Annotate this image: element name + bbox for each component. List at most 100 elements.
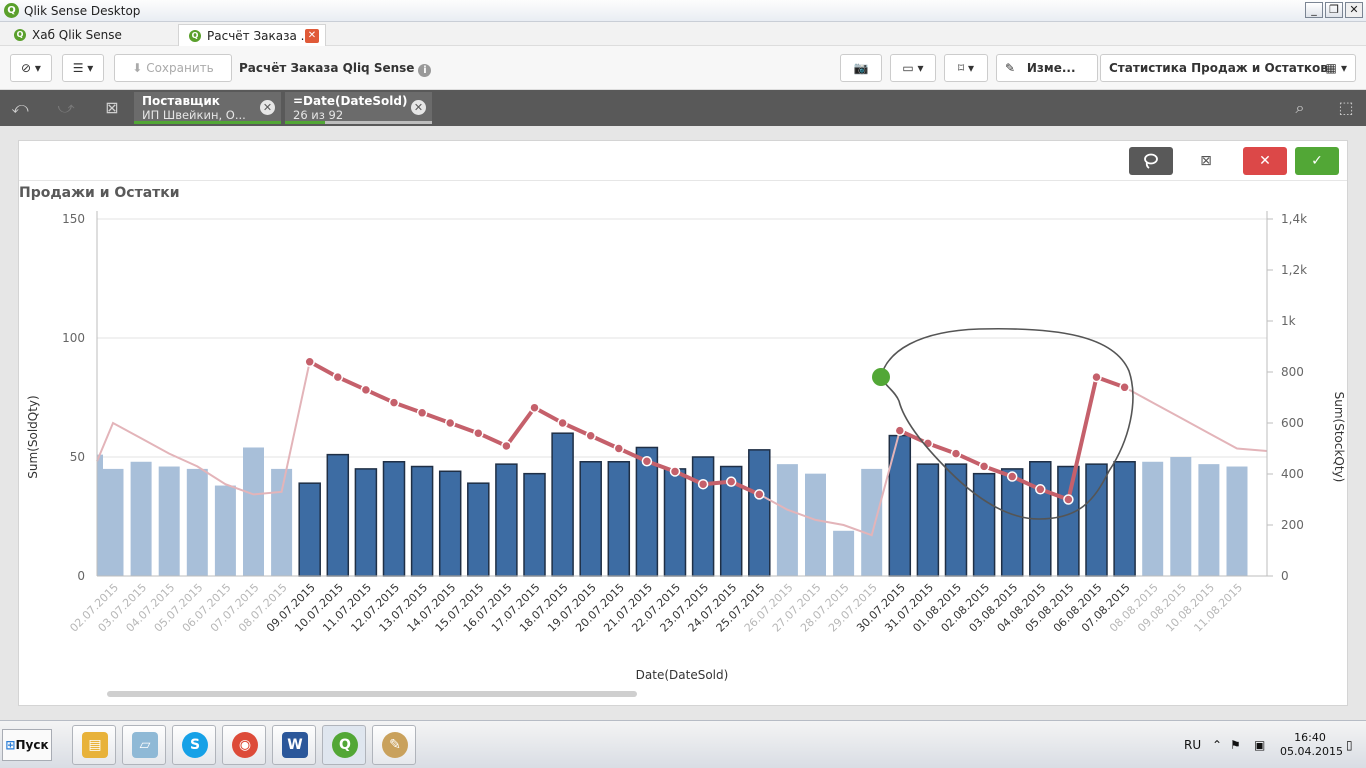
bar: [944, 463, 968, 577]
clear-all-icon[interactable]: ⊠: [100, 98, 124, 118]
confirm-selection-button[interactable]: ✓: [1295, 147, 1339, 175]
tab-app[interactable]: Q Расчёт Заказа ... ✕: [178, 24, 326, 46]
save-button[interactable]: ⬇ Сохранить: [114, 54, 232, 82]
clock-date: 05.04.2015: [1280, 745, 1343, 758]
bar: [748, 449, 771, 577]
global-menu-button[interactable]: ☰ ▾: [62, 54, 104, 82]
presentation-icon: ▭ ▾: [902, 61, 924, 75]
windows-logo-icon: ⊞: [5, 738, 16, 752]
taskbar-app-chrome[interactable]: ◉: [222, 725, 266, 765]
bar: [214, 485, 236, 576]
taskbar-app-explorer[interactable]: ▤: [72, 725, 116, 765]
tab-hub[interactable]: Q Хаб Qlik Sense Desktop: [4, 24, 172, 64]
edit-button[interactable]: ✎ Изме...: [996, 54, 1098, 82]
list-icon: ☰ ▾: [72, 61, 94, 75]
bar: [691, 456, 715, 577]
selection-value: 26 из 92: [293, 108, 344, 122]
bar: [158, 466, 180, 576]
windows-taskbar: ⊞Пуск ▤ ▱ S ◉ W Q ✎ RU ⌃ ⚑ ▣ 16:40 05.04…: [0, 720, 1366, 768]
bar: [1142, 461, 1164, 576]
chrome-icon: ◉: [232, 732, 258, 758]
close-tab-icon[interactable]: ✕: [305, 29, 319, 43]
app-title-text: Расчёт Заказа Qliq Sense: [239, 61, 415, 75]
taskbar-app-notes[interactable]: ▱: [122, 725, 166, 765]
taskbar-app-word[interactable]: W: [272, 725, 316, 765]
compass-icon: ⊘ ▾: [21, 61, 41, 75]
cancel-selection-button[interactable]: ✕: [1243, 147, 1287, 175]
skype-icon: S: [182, 732, 208, 758]
stock-point: [416, 407, 428, 419]
bar-partial: [97, 454, 103, 576]
clear-selections-icon: ⊠: [1200, 153, 1212, 169]
window-title: Qlik Sense Desktop: [24, 4, 141, 18]
selection-chip-supplier[interactable]: Поставщик ИП Швейкин, О... ✕: [134, 92, 281, 124]
qlik-tab-icon: Q: [14, 29, 26, 41]
stock-point: [501, 440, 512, 452]
bar: [833, 530, 855, 576]
bar: [102, 468, 124, 576]
app-title: Расчёт Заказа Qliq Sense i: [239, 61, 432, 77]
selection-chip-date[interactable]: =Date(DateSold) 26 из 92 ✕: [285, 92, 432, 124]
stock-point: [332, 371, 344, 383]
close-window-button[interactable]: ✕: [1345, 2, 1363, 18]
selection-state-bar: [285, 121, 325, 124]
qlik-tab-icon: Q: [189, 30, 201, 42]
bar: [663, 468, 687, 577]
clear-selection-icon[interactable]: ✕: [411, 100, 426, 115]
taskbar-app-skype[interactable]: S: [172, 725, 216, 765]
bar: [579, 461, 602, 577]
lasso-button[interactable]: [1129, 147, 1173, 175]
bar: [972, 472, 996, 577]
snapshot-button[interactable]: 📷: [840, 54, 882, 82]
bar: [382, 461, 406, 577]
info-icon[interactable]: i: [418, 64, 432, 77]
stock-point: [894, 425, 906, 436]
selections-tool-icon[interactable]: ⬚: [1334, 98, 1358, 118]
qlik-icon: Q: [332, 732, 358, 758]
language-indicator[interactable]: RU: [1184, 738, 1201, 752]
clear-selection-icon[interactable]: ✕: [260, 100, 275, 115]
bar: [243, 447, 264, 576]
start-button[interactable]: ⊞Пуск: [2, 729, 52, 761]
flag-icon[interactable]: ⚑: [1230, 738, 1241, 752]
step-forward-icon[interactable]: ⤻: [54, 98, 78, 118]
save-icon: ⬇: [132, 61, 143, 75]
stock-point: [444, 417, 456, 429]
qlik-logo-icon: Q: [4, 3, 19, 18]
bookmark-button[interactable]: ⌑ ▾: [944, 54, 988, 82]
search-icon[interactable]: ⌕: [1288, 98, 1312, 118]
bar: [861, 468, 883, 576]
stock-point: [388, 397, 400, 408]
stock-point: [978, 461, 990, 472]
bar: [326, 453, 350, 577]
sheet-selector-button[interactable]: Статистика Продаж и Остатков ▦ ▾: [1100, 54, 1356, 82]
stock-point: [304, 356, 315, 368]
stock-point: [725, 476, 737, 487]
stock-point: [754, 489, 765, 500]
navigation-menu-button[interactable]: ⊘ ▾: [10, 54, 52, 82]
show-desktop-icon[interactable]: ▯: [1346, 738, 1353, 752]
stock-point: [950, 448, 962, 459]
story-button[interactable]: ▭ ▾: [890, 54, 936, 82]
taskbar-app-paint[interactable]: ✎: [372, 725, 416, 765]
clear-selections-button[interactable]: ⊠: [1193, 147, 1219, 175]
stock-point: [585, 430, 596, 441]
edit-label: Изме...: [1026, 61, 1076, 75]
clock[interactable]: 16:40 05.04.2015: [1280, 731, 1343, 759]
chart-scrollbar[interactable]: [107, 691, 637, 697]
taskbar-app-qlik[interactable]: Q: [322, 725, 366, 765]
y2-tick-label: 200: [1281, 518, 1304, 532]
restore-button[interactable]: ❐: [1325, 2, 1343, 18]
combo-chart[interactable]: 0 50 100 150 0 200 400 600 800 1k 1,2k 1,4k 02.07.2…: [19, 201, 1347, 721]
y-tick-label: 150: [62, 212, 85, 226]
bars: [97, 432, 1248, 577]
step-back-icon[interactable]: ⤺: [8, 98, 32, 118]
minimize-button[interactable]: _: [1305, 2, 1323, 18]
y2-axis-label: Sum(StockQty): [1332, 392, 1346, 483]
network-icon[interactable]: ▣: [1254, 738, 1265, 752]
tray-expand-icon[interactable]: ⌃: [1212, 738, 1222, 752]
selections-bar: ⤺ ⤻ ⊠ Поставщик ИП Швейкин, О... ✕ =Date…: [0, 90, 1366, 126]
stock-point: [529, 402, 540, 413]
bar: [1198, 464, 1220, 576]
lasso-icon: [1144, 153, 1158, 169]
